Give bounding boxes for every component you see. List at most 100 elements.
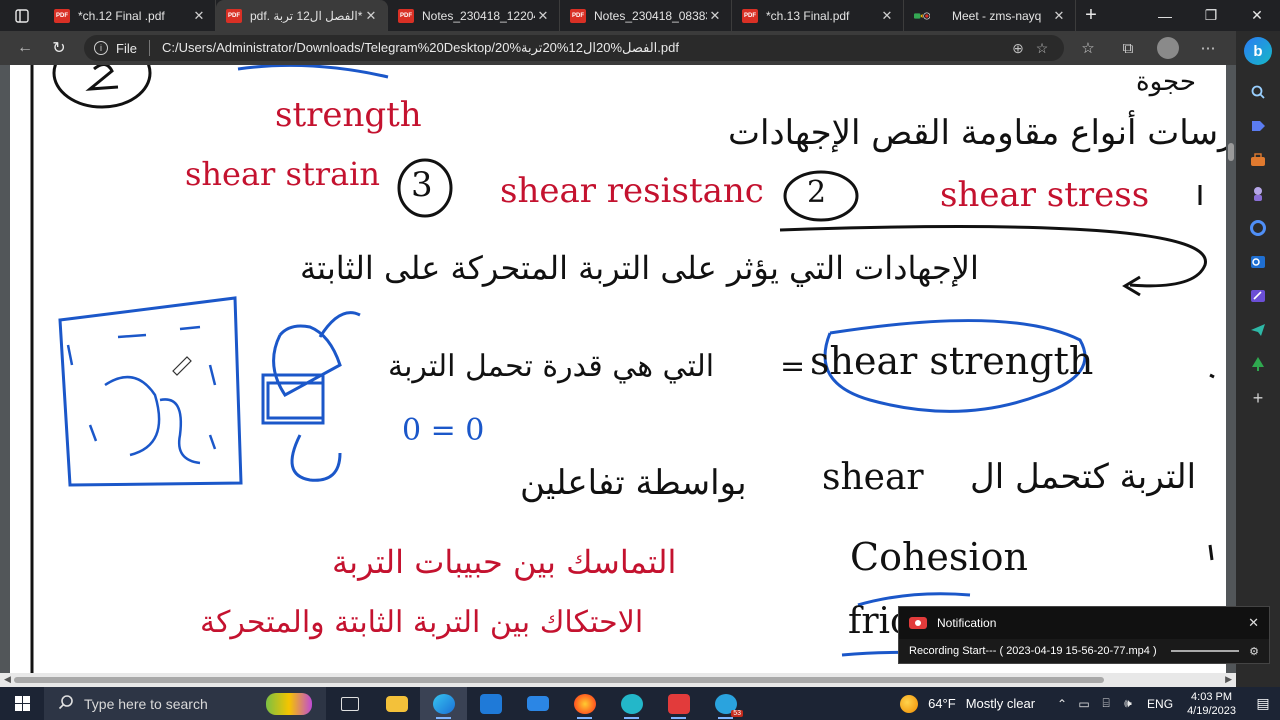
weather-widget[interactable]: 64°F Mostly clear	[900, 694, 1036, 713]
bing-icon[interactable]: b	[1244, 37, 1272, 65]
address-bar[interactable]: i File C:/Users/Administrator/Downloads/…	[84, 35, 1064, 61]
clock-time: 4:03 PM	[1191, 690, 1233, 703]
taskbar-search[interactable]: Type here to search	[44, 687, 326, 720]
pdf-page[interactable]: حجوة strength كورسات أنواع مقاومة القص ا…	[10, 65, 1226, 673]
windows-logo-icon	[14, 696, 30, 711]
clock[interactable]: 4:03 PM 4/19/2023	[1187, 690, 1236, 718]
close-notification-icon[interactable]: ✕	[1248, 615, 1259, 631]
tab-title: pdf. الفصل ال12 تربة*	[250, 8, 363, 23]
recovery-icon[interactable]	[608, 687, 655, 720]
collections-icon[interactable]: ⧉	[1108, 33, 1148, 63]
scheme-label: File	[116, 40, 137, 56]
shear-word: shear	[822, 457, 924, 498]
shopping-tag-icon[interactable]	[1243, 111, 1273, 141]
meet-now-icon[interactable]: ▭	[1073, 697, 1095, 711]
tab-notes-122045[interactable]: PDF Notes_230418_122045 ✕	[388, 0, 560, 31]
language-indicator[interactable]: ENG	[1147, 697, 1173, 711]
vertical-scrollbar[interactable]	[1228, 143, 1234, 161]
tab-title: Meet - zms-nayq	[952, 8, 1042, 23]
task-view-icon[interactable]	[326, 687, 373, 720]
search-highlight-icon[interactable]	[266, 692, 312, 715]
close-tab-icon[interactable]: ✕	[707, 8, 723, 24]
circled-3: 3	[411, 165, 433, 205]
notification-message: Recording Start--- ( 2023-04-19 15-56-20…	[909, 645, 1157, 657]
tab-meet[interactable]: Meet - zms-nayq ✕	[904, 0, 1076, 31]
edge-icon[interactable]	[420, 687, 467, 720]
info-icon[interactable]: i	[94, 41, 108, 55]
tab-actions-icon[interactable]	[0, 0, 44, 31]
tab-title: *ch.12 Final .pdf	[78, 8, 165, 23]
notification-progress	[1170, 650, 1239, 652]
recorder-app-icon[interactable]	[655, 687, 702, 720]
tab-ch12-final[interactable]: PDF *ch.12 Final .pdf ✕	[44, 0, 216, 31]
outlook-icon[interactable]	[1243, 247, 1273, 277]
recorder-icon	[909, 617, 927, 629]
search-icon[interactable]	[1243, 77, 1273, 107]
file-explorer-icon[interactable]	[373, 687, 420, 720]
recording-notification[interactable]: Notification ✕ Recording Start--- ( 2023…	[898, 606, 1270, 664]
scroll-right-icon[interactable]: ▶	[1225, 674, 1232, 685]
notification-center-icon[interactable]: ▤	[1246, 695, 1280, 712]
zero-equation: 0 = 0	[402, 413, 485, 448]
tools-icon[interactable]	[1243, 145, 1273, 175]
tree-icon[interactable]	[1243, 349, 1273, 379]
scroll-thumb[interactable]	[14, 677, 1104, 683]
zoom-icon[interactable]: ⊕	[1006, 40, 1030, 57]
tab-chapter12-soil[interactable]: PDF pdf. الفصل ال12 تربة* ✕	[216, 0, 388, 31]
scroll-left-icon[interactable]: ◀	[4, 674, 11, 685]
network-icon[interactable]: ⌸	[1095, 696, 1117, 711]
pdf-icon: PDF	[54, 8, 70, 23]
close-tab-icon[interactable]: ✕	[1051, 8, 1067, 24]
add-sidebar-app-button[interactable]: +	[1243, 383, 1273, 413]
arabic-line1: الإجهادات التي يؤثر على التربة المتحركة …	[300, 249, 979, 287]
minimize-icon[interactable]: —	[1142, 0, 1188, 31]
favorites-icon[interactable]: ☆	[1068, 33, 1108, 63]
screen: PDF *ch.12 Final .pdf ✕ PDF pdf. الفصل ا…	[0, 0, 1280, 720]
start-button[interactable]	[0, 687, 44, 720]
chevron-up-icon[interactable]: ⌃	[1051, 697, 1073, 711]
close-window-icon[interactable]: ✕	[1234, 0, 1280, 31]
clock-date: 4/19/2023	[1187, 704, 1236, 717]
restore-icon[interactable]: ❐	[1188, 0, 1234, 31]
mail-icon[interactable]	[514, 687, 561, 720]
microsoft365-icon[interactable]	[1243, 213, 1273, 243]
back-button[interactable]: ←	[8, 33, 42, 63]
store-icon[interactable]	[467, 687, 514, 720]
shear-resistance-text: shear resistanc	[500, 171, 764, 211]
pdf-icon: PDF	[398, 8, 414, 23]
close-tab-icon[interactable]: ✕	[191, 8, 207, 24]
close-tab-icon[interactable]: ✕	[363, 8, 379, 24]
weather-desc: Mostly clear	[965, 696, 1036, 711]
url-text[interactable]: C:/Users/Administrator/Downloads/Telegra…	[162, 40, 1006, 56]
windows-taskbar: Type here to search 53 64°F Mostly clear…	[0, 687, 1280, 720]
send-icon[interactable]	[1243, 315, 1273, 345]
profile-avatar[interactable]	[1157, 37, 1179, 59]
cohesion-text: Cohesion	[850, 535, 1028, 579]
toolbar-icons: ☆ ⧉ ⋯	[1068, 33, 1228, 63]
edge-sidebar: b +	[1236, 31, 1280, 687]
add-favorite-icon[interactable]: ☆	[1030, 40, 1054, 57]
firefox-icon[interactable]	[561, 687, 608, 720]
divider	[148, 40, 150, 56]
tab-notes-083836[interactable]: PDF Notes_230418_083836 ✕	[560, 0, 732, 31]
arabic-red-line1: التماسك بين حبيبات التربة	[332, 543, 677, 581]
horizontal-scrollbar[interactable]: ◀ ▶	[0, 673, 1236, 687]
meet-icon	[914, 9, 930, 23]
drop-icon[interactable]	[1243, 281, 1273, 311]
pdf-viewer[interactable]: حجوة strength كورسات أنواع مقاومة القص ا…	[0, 65, 1236, 687]
arabic-line2: التي هي قدرة تحمل التربة	[388, 349, 715, 384]
new-tab-button[interactable]: +	[1076, 0, 1106, 31]
tab-title: *ch.13 Final.pdf	[766, 8, 850, 23]
close-tab-icon[interactable]: ✕	[879, 8, 895, 24]
settings-icon[interactable]: ⚙	[1249, 645, 1259, 658]
browser-toolbar: ← ↻ i File C:/Users/Administrator/Downlo…	[0, 31, 1236, 65]
tab-ch13-final[interactable]: PDF *ch.13 Final.pdf ✕	[732, 0, 904, 31]
notification-body: Recording Start--- ( 2023-04-19 15-56-20…	[899, 639, 1269, 663]
games-icon[interactable]	[1243, 179, 1273, 209]
close-tab-icon[interactable]: ✕	[535, 8, 551, 24]
more-options-icon[interactable]: ⋯	[1188, 33, 1228, 63]
telegram-icon[interactable]: 53	[702, 687, 749, 720]
volume-icon[interactable]: 🕪	[1117, 696, 1139, 711]
strength-text: strength	[275, 95, 422, 135]
refresh-button[interactable]: ↻	[42, 33, 76, 63]
